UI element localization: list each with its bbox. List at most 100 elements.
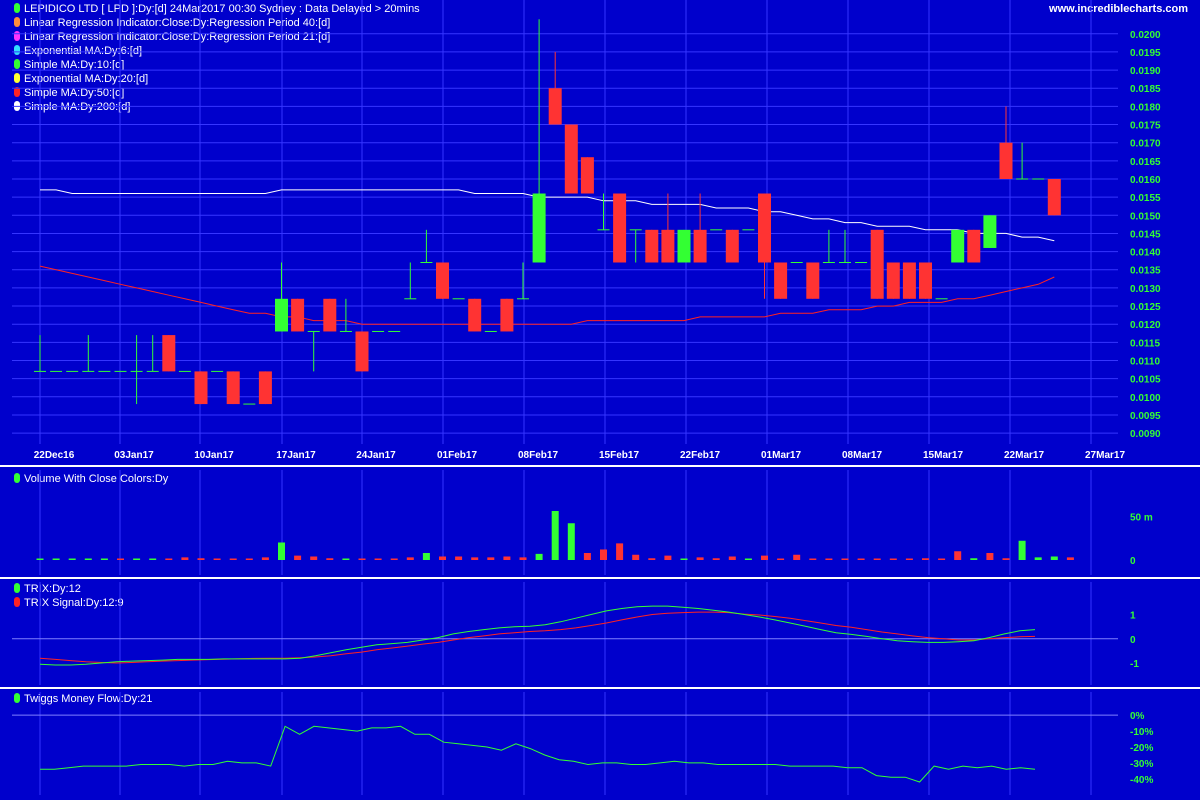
y-tick-label: 0.0150 [1130, 211, 1161, 222]
volume-bar [519, 557, 527, 560]
volume-bar [583, 553, 591, 560]
volume-bar [406, 557, 414, 560]
volume-bar [390, 558, 398, 560]
volume-bar [600, 549, 607, 560]
x-tick-label: 08Mar17 [842, 450, 882, 461]
candle-body [645, 229, 659, 263]
volume-bar [487, 557, 495, 560]
x-tick-label: 22Dec16 [34, 450, 75, 461]
volume-bar [278, 542, 285, 560]
candle-body [194, 371, 208, 405]
volume-bar [664, 555, 672, 560]
y-tick-label: 0.0200 [1130, 30, 1161, 41]
y-tick-label: 0.0100 [1130, 393, 1161, 404]
y-tick-label: 0.0110 [1130, 357, 1160, 368]
volume-bar [374, 558, 382, 560]
volume-bar [567, 523, 575, 560]
y-tick-label: 0.0185 [1130, 84, 1161, 95]
volume-bar [761, 555, 768, 560]
volume-bar [873, 558, 881, 560]
y-tick-label: 0.0155 [1130, 193, 1161, 204]
candle-body [967, 229, 981, 263]
y-tick-label: -40% [1130, 775, 1153, 786]
candle-body [870, 229, 884, 299]
y-tick-label: 0.0105 [1130, 375, 1161, 386]
volume-bar [358, 558, 366, 560]
candle-body [806, 262, 820, 299]
volume-bar [68, 558, 76, 560]
volume-bar [954, 551, 962, 560]
x-tick-label: 08Feb17 [518, 450, 558, 461]
candle-body [355, 331, 369, 372]
y-tick-label: 0.0180 [1130, 102, 1161, 113]
x-tick-label: 24Jan17 [356, 450, 396, 461]
y-tick-label: 0.0190 [1130, 66, 1161, 77]
volume-bar [261, 557, 269, 560]
y-tick-label: 0.0120 [1130, 320, 1161, 331]
volume-bar [1002, 558, 1010, 560]
volume-bar [1034, 557, 1042, 560]
x-tick-label: 03Jan17 [114, 450, 154, 461]
candle-body [677, 229, 691, 263]
volume-bar [503, 556, 511, 560]
candle-body [758, 193, 771, 263]
candle-body [774, 262, 788, 299]
y-tick-label: 0.0090 [1130, 429, 1161, 440]
candle-body [661, 229, 675, 263]
volume-bar [744, 558, 752, 560]
volume-bar [841, 558, 849, 560]
volume-bar [857, 558, 865, 560]
candle-body [548, 88, 562, 125]
volume-bar [149, 558, 157, 560]
y-tick-label: 0 [1130, 556, 1136, 567]
y-tick-label: 0.0140 [1130, 248, 1161, 259]
candle-body [1047, 178, 1061, 216]
y-tick-label: 0% [1130, 711, 1145, 722]
candle-body [725, 229, 739, 263]
volume-bar [1050, 556, 1058, 560]
volume-bar [1018, 540, 1026, 560]
y-tick-label: 0.0125 [1130, 302, 1161, 313]
chart-canvas[interactable]: 0.0200 0.0195 0.0190 0.0185 0.0180 0.0175 0.01… [0, 0, 1200, 800]
trix-series-line [39, 605, 1036, 666]
volume-bar [165, 558, 173, 560]
volume-bar [648, 558, 656, 560]
y-tick-label: 0.0135 [1130, 266, 1161, 277]
volume-bar [680, 558, 688, 560]
candle-body [532, 193, 546, 263]
volume-bar [970, 558, 978, 560]
candle-body [983, 215, 997, 248]
candle-body [902, 262, 916, 299]
volume-bar [294, 555, 302, 560]
volume-bar [728, 556, 736, 560]
candle-body [258, 371, 272, 405]
volume-bar [535, 553, 543, 560]
money-flow-line [40, 725, 1036, 783]
y-tick-label: 0.0165 [1130, 157, 1161, 168]
volume-bar [825, 558, 833, 560]
candle-body [291, 298, 305, 332]
volume-bar [809, 558, 817, 560]
x-tick-label: 01Feb17 [437, 450, 477, 461]
y-tick-label: 0.0170 [1130, 139, 1161, 150]
y-tick-label: 0.0145 [1130, 229, 1161, 240]
candle-body [919, 262, 932, 299]
volume-bar [712, 558, 720, 560]
volume-bar [439, 556, 446, 560]
y-tick-label: -20% [1130, 743, 1153, 754]
volume-bar [52, 558, 60, 560]
y-tick-label: 0.0160 [1130, 175, 1161, 186]
candle-body [613, 193, 627, 263]
candle-body [693, 229, 707, 263]
volume-bar [922, 558, 929, 560]
volume-bar [117, 558, 124, 560]
candle-body [226, 371, 240, 405]
candle-body [951, 229, 965, 263]
volume-bar [986, 553, 994, 560]
candle-body [162, 335, 176, 372]
candle-body [999, 142, 1013, 179]
y-tick-label: 1 [1130, 611, 1136, 622]
volume-bar [905, 558, 913, 560]
volume-bar [326, 558, 334, 560]
volume-bar [36, 558, 44, 560]
